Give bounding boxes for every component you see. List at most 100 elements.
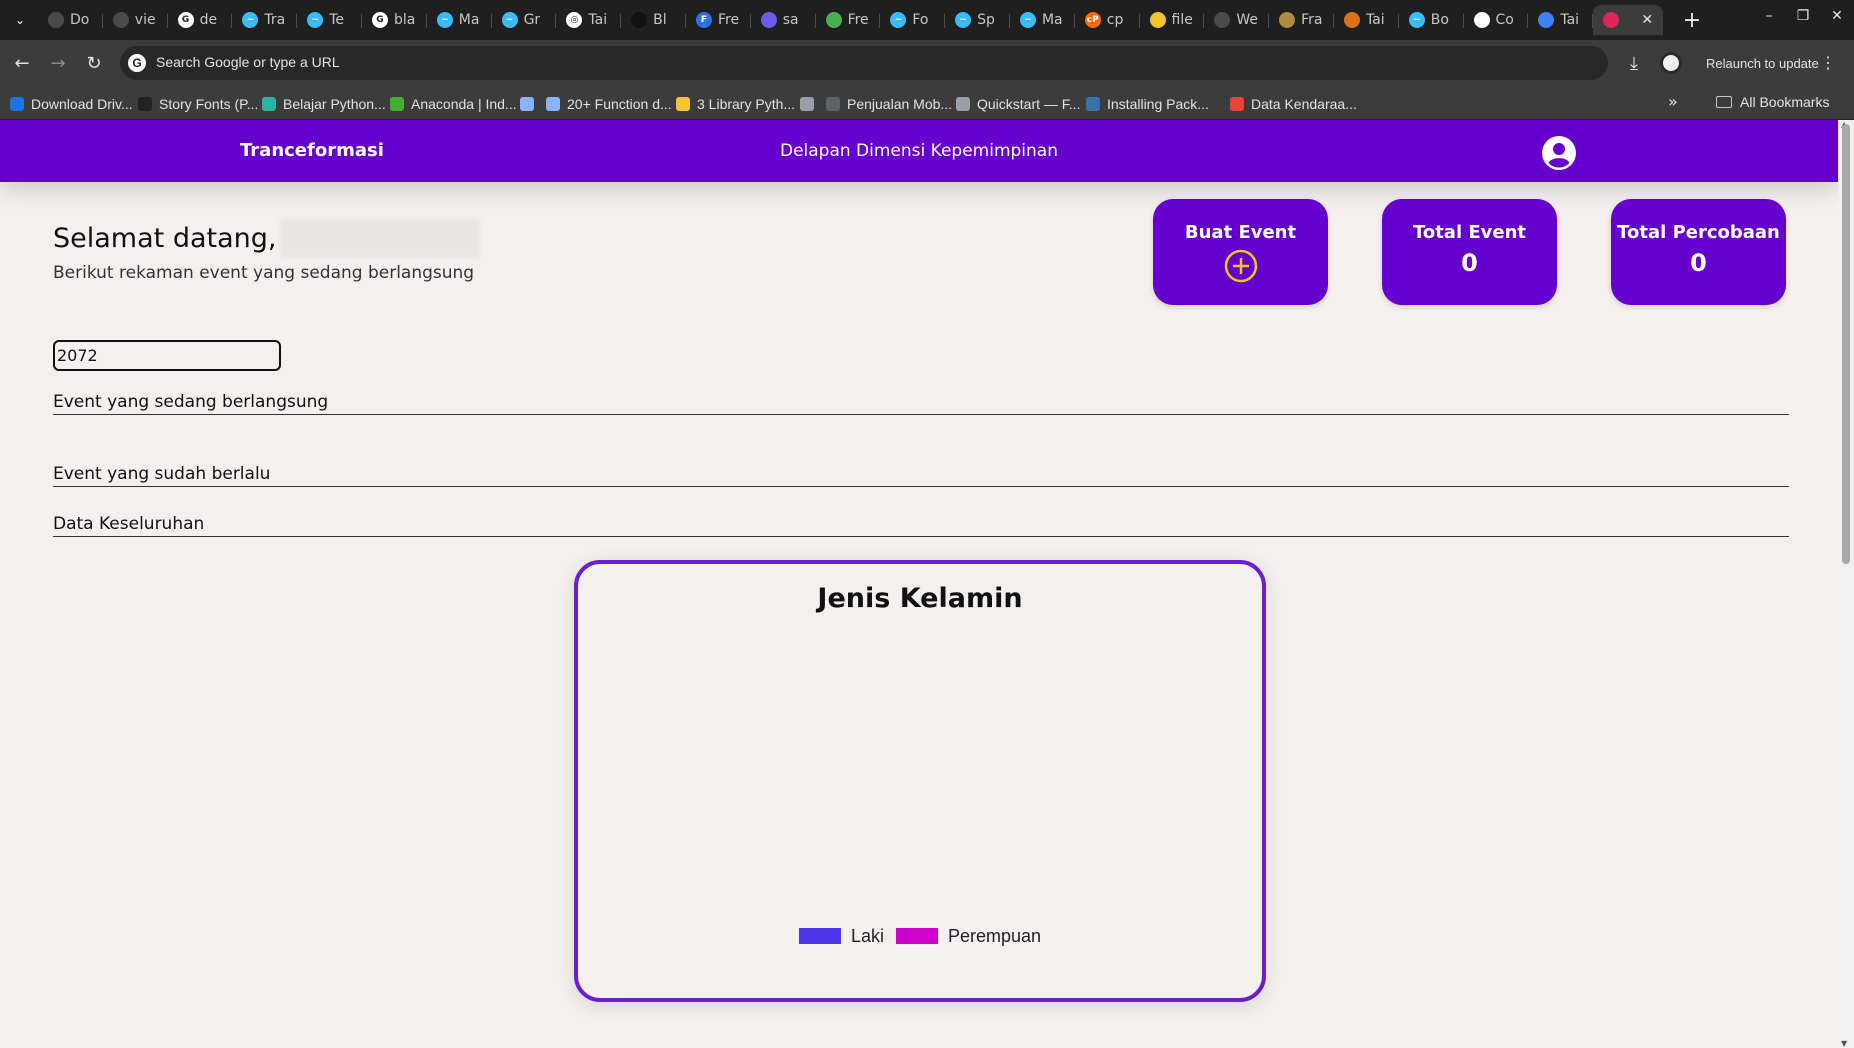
tab-favicon-icon: G [371,12,388,28]
section-ongoing-events[interactable]: Event yang sedang berlangsung [53,392,1789,415]
tab-title: We [1236,12,1258,28]
browser-tab[interactable]: Co [1464,5,1529,35]
bookmark-item[interactable]: Download Driv... [10,94,133,114]
restore-icon[interactable]: ❐ [1788,8,1818,24]
create-event-button[interactable]: Buat Event [1153,199,1328,305]
back-arrow-icon[interactable]: ← [8,49,36,77]
bookmark-label: Quickstart — F... [977,96,1081,112]
browser-tab[interactable]: F Fre [686,5,751,35]
browser-tab[interactable]: ~ Fo [880,5,945,35]
bookmark-item[interactable]: Story Fonts (P... [138,94,258,114]
gender-chart-card: Jenis Kelamin Laki Perempuan [574,560,1266,1002]
forward-arrow-icon[interactable]: → [44,49,72,77]
bookmarks-bar: » All Bookmarks Download Driv... Story Fo… [0,86,1854,120]
welcome-subtitle: Berikut rekaman event yang sedang berlan… [53,263,475,283]
tab-favicon-icon: ~ [1408,12,1425,28]
browser-tab-active[interactable]: ✕ [1593,5,1664,35]
tab-favicon-icon: ◎ [566,12,583,28]
bookmark-item[interactable]: 3 Library Pyth... [676,94,795,114]
bookmark-label: Installing Pack... [1107,96,1209,112]
tab-favicon-icon [760,12,777,28]
bookmark-item[interactable] [520,94,541,114]
browser-tab[interactable]: sa [751,5,816,35]
year-filter-input[interactable] [53,340,281,371]
download-icon[interactable]: ⤓ [1620,49,1648,77]
bookmark-item[interactable]: Data Kendaraa... [1230,94,1357,114]
close-window-icon[interactable]: ✕ [1822,8,1852,24]
scroll-down-arrow-icon[interactable]: ▼ [1841,1039,1847,1048]
browser-tab[interactable]: Tai [1334,5,1399,35]
tab-favicon-icon: ~ [307,12,324,28]
browser-tab[interactable]: Gbla [362,5,427,35]
tab-favicon-icon: ~ [890,12,907,28]
browser-tab-strip: ⌄ Do vie Gde ~ Tra ~ Te Gbla ~ Ma ~ Gr ◎ Tai Bl F Fre sa F… [0,0,1854,40]
close-tab-icon[interactable]: ✕ [1641,12,1653,28]
page-scrollbar[interactable]: ▲ ▼ [1838,120,1854,1048]
reload-icon[interactable]: ↻ [80,49,108,77]
legend-swatch[interactable] [895,928,938,944]
tab-title: Tai [588,12,608,28]
scrollbar-thumb[interactable] [1842,124,1850,564]
tab-title: Tai [1560,12,1580,28]
gender-pie-chart: Laki Perempuan [798,926,1041,946]
tab-search-icon[interactable]: ⌄ [8,8,32,32]
browser-tab[interactable]: Gde [168,5,233,35]
legend-label[interactable]: Laki [851,926,884,946]
browser-tab[interactable]: ◎ Tai [556,5,621,35]
tab-title: Fre [717,12,740,28]
all-bookmarks-label: All Bookmarks [1740,94,1830,110]
browser-tab[interactable]: ~ Ma [427,5,492,35]
tab-favicon-icon: ~ [955,12,972,28]
tab-favicon-icon: F [695,12,712,28]
user-account-icon[interactable] [1542,136,1576,170]
bookmark-favicon-icon [520,97,534,111]
section-past-events[interactable]: Event yang sudah berlalu [53,464,1789,487]
bookmark-item[interactable]: Installing Pack... [1086,94,1209,114]
browser-tab[interactable]: ~ Bo [1399,5,1464,35]
total-trial-label: Total Percobaan [1617,222,1780,243]
browser-tab[interactable]: Fra [1269,5,1334,35]
tab-favicon-icon: ~ [501,12,518,28]
bookmark-item[interactable] [800,94,821,114]
omnibox-input[interactable]: G Search Google or type a URL [120,46,1608,80]
tab-title: Te [329,12,344,28]
all-bookmarks-button[interactable]: All Bookmarks [1716,94,1829,110]
bookmark-label: Download Driv... [31,96,133,112]
legend-swatch[interactable] [798,928,841,944]
kebab-menu-icon[interactable]: ⋮ [1820,53,1836,73]
bookmark-item[interactable]: Anaconda | Ind... [390,94,517,114]
bookmark-item[interactable]: 20+ Function d... [546,94,672,114]
browser-tab[interactable]: file [1140,5,1205,35]
browser-tab[interactable]: ~ Te [297,5,362,35]
relaunch-update-button[interactable]: Relaunch to update ⋮ [1694,46,1844,80]
browser-tab[interactable]: ~ Sp [945,5,1010,35]
app-navbar: Tranceformasi Delapan Dimensi Kepemimpin… [0,120,1838,182]
tab-favicon-icon: ~ [436,12,453,28]
browser-tab[interactable]: Do [38,5,103,35]
browser-tab[interactable]: Bl [621,5,686,35]
browser-tab[interactable]: We [1204,5,1269,35]
section-overall-data[interactable]: Data Keseluruhan [53,514,1789,537]
tab-title: file [1171,12,1193,28]
browser-tab[interactable]: vie [103,5,168,35]
browser-tab[interactable]: ~ Ma [1010,5,1075,35]
bookmark-item[interactable]: Quickstart — F... [956,94,1080,114]
tab-favicon-icon [1538,12,1555,28]
more-bookmarks-icon[interactable]: » [1668,92,1678,111]
profile-avatar[interactable] [1660,52,1682,74]
browser-tab[interactable]: Tai [1528,5,1593,35]
page-viewport: Tranceformasi Delapan Dimensi Kepemimpin… [0,120,1838,1048]
tab-title: bla [393,12,416,28]
browser-tab[interactable]: cP cp [1075,5,1140,35]
new-tab-button[interactable]: + [1678,6,1706,34]
tab-favicon-icon [1603,12,1620,28]
bookmark-favicon-icon [800,97,814,111]
legend-label[interactable]: Perempuan [948,926,1041,946]
browser-tab[interactable]: ~ Gr [492,5,557,35]
browser-tab[interactable]: Fre [816,5,881,35]
minimize-icon[interactable]: – [1754,8,1784,24]
bookmark-label: Anaconda | Ind... [411,96,517,112]
bookmark-item[interactable]: Penjualan Mob... [826,94,952,114]
browser-tab[interactable]: ~ Tra [232,5,297,35]
bookmark-item[interactable]: Belajar Python... [262,94,386,114]
